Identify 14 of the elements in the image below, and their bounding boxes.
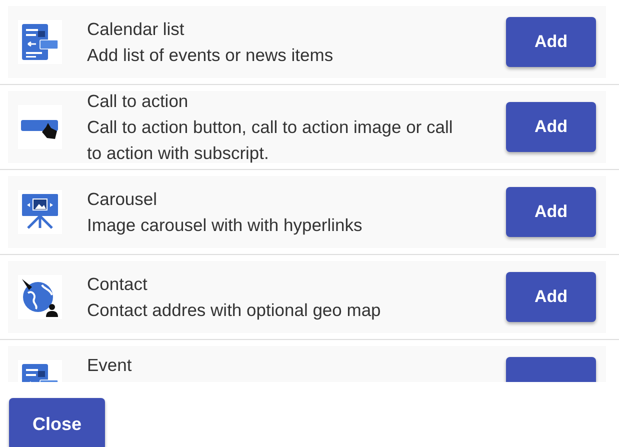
add-button[interactable]: Add [506, 102, 596, 152]
item-title: Carousel [87, 188, 158, 211]
item-title: Contact [87, 273, 148, 296]
add-button[interactable]: Add [506, 272, 596, 322]
item-description: Call to action button, call to action image or call to action with subscript. [87, 116, 454, 165]
item-title: Event [87, 354, 133, 377]
item-description: Add list of events or news items [87, 44, 334, 67]
add-button[interactable]: Add [506, 17, 596, 67]
add-button[interactable]: Add [506, 187, 596, 237]
item-description: Image carousel with with hyperlinks [87, 214, 364, 237]
close-button[interactable]: Close [9, 398, 105, 447]
item-description: Contact addres with optional geo map [87, 299, 382, 322]
item-title: Calendar list [87, 18, 186, 41]
item-title: Call to action [87, 90, 190, 113]
